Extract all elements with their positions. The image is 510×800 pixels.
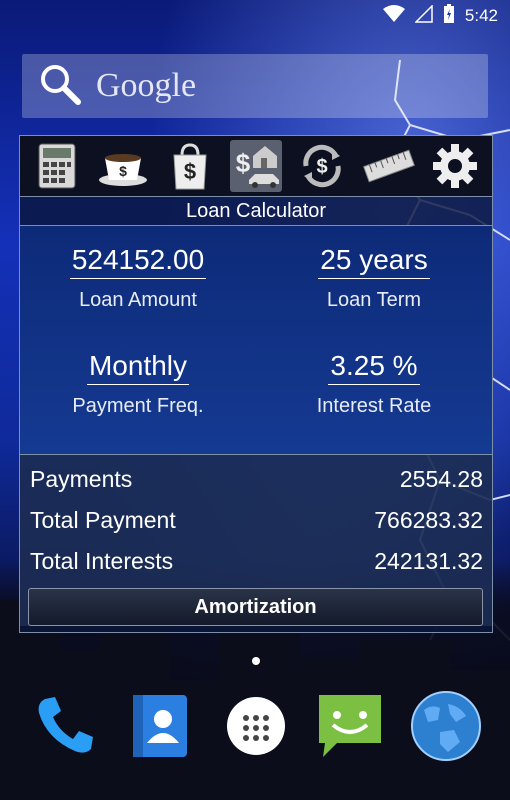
shopping-bag-icon[interactable]: $ xyxy=(164,140,216,192)
page-indicator-dot xyxy=(252,657,260,665)
contacts-icon[interactable] xyxy=(124,690,196,762)
dock xyxy=(0,690,510,766)
loan-icon[interactable]: $ xyxy=(229,140,282,192)
loan-amount-label: Loan Amount xyxy=(79,289,197,311)
status-bar: 5:42 xyxy=(0,0,510,32)
browser-globe-icon[interactable] xyxy=(410,690,482,762)
loan-amount-cell: 524152.00 Loan Amount xyxy=(20,244,256,312)
result-label: Payments xyxy=(30,466,133,492)
loan-term-value[interactable]: 25 years xyxy=(318,244,430,279)
results-panel: Payments 2554.28 Total Payment 766283.32… xyxy=(20,454,492,626)
result-row-total-interests: Total Interests 242131.32 xyxy=(20,541,492,582)
search-icon xyxy=(38,62,82,111)
battery-icon xyxy=(443,3,455,29)
result-row-total-payment: Total Payment 766283.32 xyxy=(20,500,492,541)
loan-term-label: Loan Term xyxy=(326,289,422,311)
app-drawer-icon[interactable] xyxy=(220,690,292,762)
phone-icon[interactable] xyxy=(28,690,100,762)
payment-freq-label: Payment Freq. xyxy=(72,395,204,417)
result-value: 242131.32 xyxy=(374,548,483,574)
payment-freq-value[interactable]: Monthly xyxy=(86,350,190,385)
interest-rate-cell: 3.25 % Interest Rate xyxy=(256,350,492,418)
calculator-toolbar: $ $ $ $ xyxy=(20,136,492,196)
amortization-button[interactable]: Amortization xyxy=(28,588,483,626)
wifi-icon xyxy=(382,4,405,28)
loan-term-cell: 25 years Loan Term xyxy=(256,244,492,312)
result-value: 2554.28 xyxy=(399,466,483,492)
svg-text:$: $ xyxy=(317,156,328,178)
result-row-payments: Payments 2554.28 xyxy=(20,459,492,500)
interest-rate-label: Interest Rate xyxy=(316,395,432,417)
payment-freq-cell: Monthly Payment Freq. xyxy=(20,350,256,418)
status-time: 5:42 xyxy=(464,6,498,25)
signal-icon xyxy=(414,3,433,28)
result-value: 766283.32 xyxy=(374,507,483,533)
gear-icon[interactable] xyxy=(429,140,481,192)
calculator-icon[interactable] xyxy=(31,140,83,192)
loan-amount-value[interactable]: 524152.00 xyxy=(69,244,207,279)
svg-text:$: $ xyxy=(184,159,196,184)
google-search-bar[interactable]: Google xyxy=(22,54,488,118)
svg-text:$: $ xyxy=(236,148,251,178)
coffee-tip-icon[interactable]: $ xyxy=(97,140,149,192)
interest-rate-value[interactable]: 3.25 % xyxy=(328,350,420,385)
messaging-icon[interactable] xyxy=(314,690,386,762)
widget-title: Loan Calculator xyxy=(20,196,492,226)
loan-inputs: 524152.00 Loan Amount 25 years Loan Term… xyxy=(20,226,492,454)
result-label: Total Payment xyxy=(30,507,176,533)
ruler-icon[interactable] xyxy=(362,140,415,192)
svg-text:$: $ xyxy=(120,163,128,179)
currency-exchange-icon[interactable]: $ xyxy=(296,140,348,192)
loan-calculator-widget: $ $ $ $ Loan Calculator 524152.00 Loan A… xyxy=(19,135,493,633)
result-label: Total Interests xyxy=(30,548,174,574)
google-logo: Google xyxy=(96,67,197,104)
